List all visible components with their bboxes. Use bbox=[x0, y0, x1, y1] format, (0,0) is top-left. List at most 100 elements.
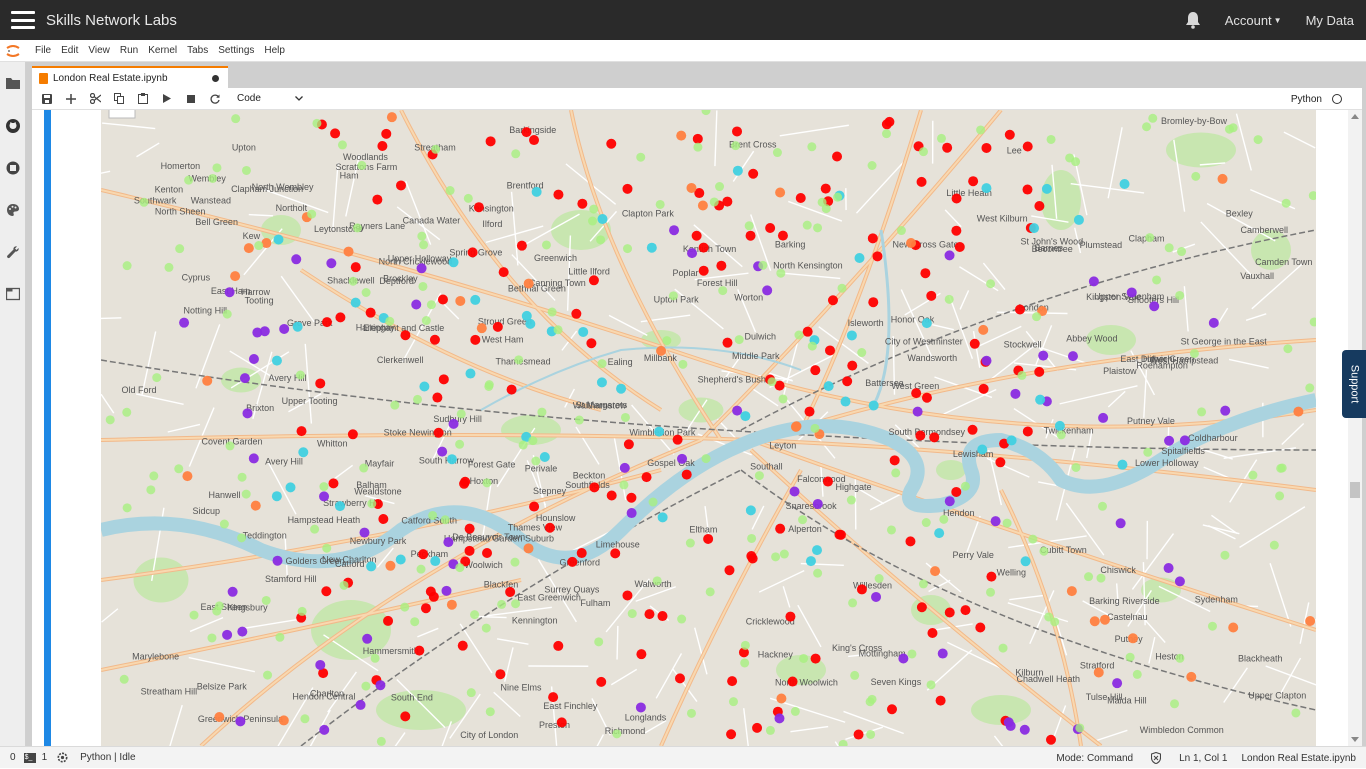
menu-view[interactable]: View bbox=[88, 45, 110, 56]
add-icon[interactable] bbox=[59, 88, 83, 110]
property-marker-lightgreen bbox=[390, 401, 399, 410]
place-label: Hither Green bbox=[1143, 354, 1195, 364]
property-marker-lightgreen bbox=[497, 600, 506, 609]
menu-edit[interactable]: Edit bbox=[61, 45, 78, 56]
hamburger-icon[interactable] bbox=[11, 11, 35, 29]
property-marker-red bbox=[922, 393, 932, 403]
menu-file[interactable]: File bbox=[35, 45, 51, 56]
folder-icon[interactable] bbox=[6, 76, 20, 90]
notebook-scrollbar[interactable] bbox=[1348, 110, 1362, 746]
property-marker-lightgreen bbox=[484, 382, 493, 391]
wrench-icon[interactable] bbox=[6, 245, 20, 259]
property-marker-red bbox=[796, 193, 806, 203]
property-marker-red bbox=[951, 487, 961, 497]
property-marker-lightgreen bbox=[174, 464, 183, 473]
kernel-gear-icon[interactable] bbox=[57, 752, 68, 763]
cursor-position[interactable]: Ln 1, Col 1 bbox=[1179, 753, 1227, 764]
property-marker-orange bbox=[1100, 615, 1110, 625]
place-label: Belsize Park bbox=[197, 681, 248, 691]
kernel-status-text[interactable]: Python | Idle bbox=[80, 752, 135, 763]
brand-title[interactable]: Skills Network Labs bbox=[46, 12, 177, 29]
save-icon[interactable] bbox=[35, 88, 59, 110]
status-filename[interactable]: London Real Estate.ipynb bbox=[1241, 753, 1356, 764]
place-label: Stepney bbox=[533, 486, 567, 496]
running-icon[interactable] bbox=[6, 161, 20, 175]
stop-icon[interactable] bbox=[179, 88, 203, 110]
place-label: Upper Holloway bbox=[388, 254, 452, 264]
place-label: Welling bbox=[997, 567, 1026, 577]
paste-icon[interactable] bbox=[131, 88, 155, 110]
property-marker-lightgreen bbox=[208, 174, 217, 183]
property-marker-lightgreen bbox=[773, 148, 782, 157]
property-marker-orange bbox=[906, 238, 916, 248]
cut-icon[interactable] bbox=[83, 88, 107, 110]
property-marker-lightgreen bbox=[190, 611, 199, 620]
scroll-up-icon[interactable] bbox=[1351, 114, 1359, 119]
place-label: City of Westminster bbox=[885, 336, 963, 346]
property-marker-lightgreen bbox=[686, 539, 695, 548]
property-marker-orange bbox=[524, 279, 534, 289]
menu-run[interactable]: Run bbox=[120, 45, 138, 56]
place-label: Cyprus bbox=[182, 272, 211, 282]
property-marker-lightgreen bbox=[120, 675, 129, 684]
scroll-thumb[interactable] bbox=[1350, 482, 1360, 498]
property-marker-red bbox=[927, 628, 937, 638]
property-marker-lightgreen bbox=[359, 464, 368, 473]
property-marker-lightgreen bbox=[891, 468, 900, 477]
property-marker-red bbox=[929, 432, 939, 442]
property-marker-red bbox=[699, 266, 709, 276]
property-marker-lightgreen bbox=[776, 269, 785, 278]
property-marker-red bbox=[322, 317, 332, 327]
property-marker-red bbox=[577, 199, 587, 209]
palette-icon[interactable] bbox=[6, 203, 20, 217]
cell-type-select[interactable]: Code bbox=[237, 93, 303, 104]
scroll-down-icon[interactable] bbox=[1351, 737, 1359, 742]
tabs-icon[interactable] bbox=[6, 287, 20, 301]
status-count[interactable]: 0 bbox=[10, 752, 16, 763]
property-marker-purple bbox=[179, 318, 189, 328]
menu-kernel[interactable]: Kernel bbox=[148, 45, 177, 56]
notebook-tab[interactable]: London Real Estate.ipynb bbox=[32, 66, 228, 88]
run-icon[interactable] bbox=[155, 88, 179, 110]
unsaved-dot-icon[interactable] bbox=[212, 75, 219, 82]
property-marker-lightgreen bbox=[808, 342, 817, 351]
property-marker-red bbox=[981, 143, 991, 153]
menu-settings[interactable]: Settings bbox=[218, 45, 254, 56]
active-cell-indicator[interactable] bbox=[44, 110, 51, 746]
github-icon[interactable] bbox=[6, 119, 20, 133]
support-button[interactable]: Support bbox=[1342, 350, 1366, 418]
property-marker-orange bbox=[202, 376, 212, 386]
folium-map[interactable]: WealdstoneHendonEast FinchleyWest GreenB… bbox=[101, 110, 1316, 746]
property-marker-red bbox=[529, 502, 539, 512]
property-marker-lightgreen bbox=[371, 654, 380, 663]
property-marker-red bbox=[622, 590, 632, 600]
property-marker-red bbox=[890, 455, 900, 465]
property-marker-cyan bbox=[981, 183, 991, 193]
menu-help[interactable]: Help bbox=[264, 45, 285, 56]
map-canvas[interactable]: WealdstoneHendonEast FinchleyWest GreenB… bbox=[101, 110, 1316, 746]
restart-icon[interactable] bbox=[203, 88, 227, 110]
property-marker-lightgreen bbox=[779, 394, 788, 403]
property-marker-lightgreen bbox=[212, 163, 221, 172]
property-marker-lightgreen bbox=[986, 279, 995, 288]
menu-tabs[interactable]: Tabs bbox=[187, 45, 208, 56]
property-marker-lightgreen bbox=[419, 240, 428, 249]
property-marker-cyan bbox=[597, 377, 607, 387]
terminal-icon[interactable]: $_ bbox=[24, 753, 36, 763]
copy-icon[interactable] bbox=[107, 88, 131, 110]
bell-icon[interactable] bbox=[1185, 11, 1201, 29]
property-marker-purple bbox=[375, 680, 385, 690]
my-data-link[interactable]: My Data bbox=[1306, 13, 1354, 28]
terminal-count[interactable]: 1 bbox=[42, 752, 48, 763]
property-marker-red bbox=[465, 524, 475, 534]
property-marker-cyan bbox=[293, 322, 303, 332]
place-label: Clapham Junction bbox=[231, 184, 303, 194]
kernel-indicator[interactable]: Python bbox=[1291, 88, 1342, 110]
property-marker-purple bbox=[437, 447, 447, 457]
mode-text[interactable]: Mode: Command bbox=[1056, 753, 1133, 764]
property-marker-red bbox=[610, 548, 620, 558]
shield-icon[interactable] bbox=[1151, 752, 1161, 764]
account-menu[interactable]: Account ▼ bbox=[1225, 13, 1282, 28]
account-label: Account bbox=[1225, 13, 1272, 28]
property-marker-orange bbox=[930, 566, 940, 576]
